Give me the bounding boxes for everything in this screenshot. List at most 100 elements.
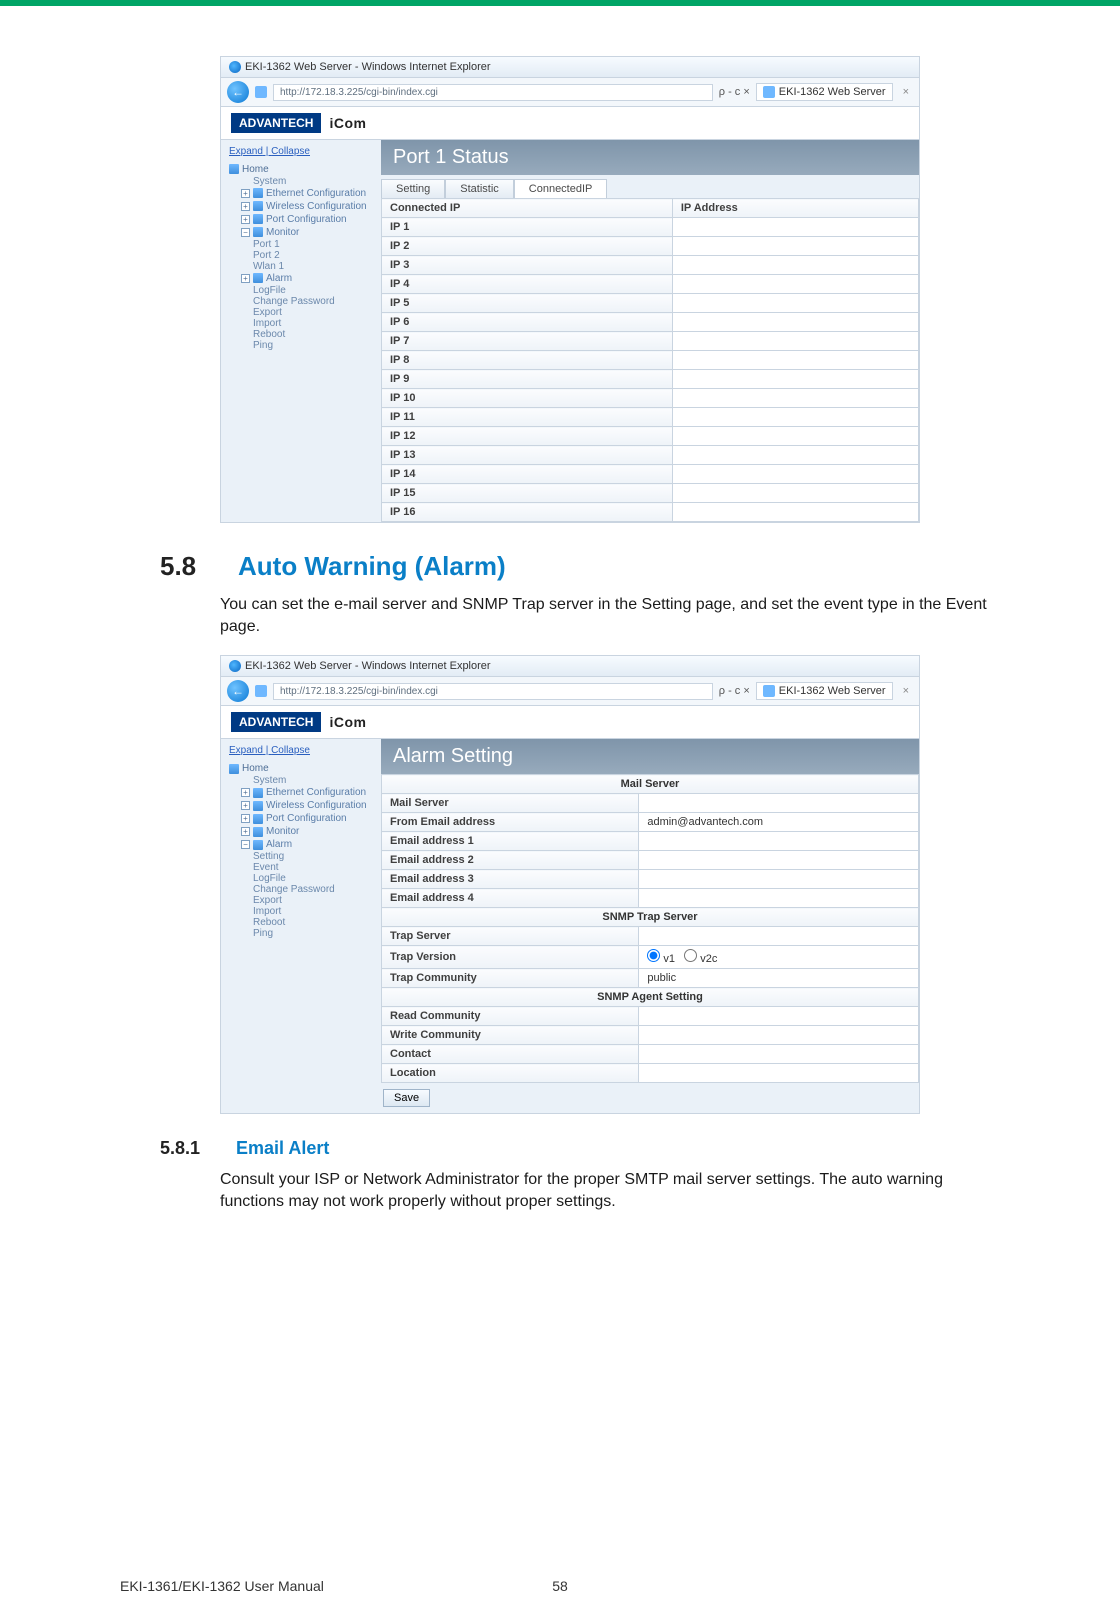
email1-input[interactable] [639,832,919,851]
tree-alarm[interactable]: −Alarm [229,838,373,851]
tree-monitor[interactable]: +Monitor [229,825,373,838]
expand-icon[interactable]: + [241,202,250,211]
email2-input[interactable] [639,851,919,870]
tree-alarm-setting[interactable]: Setting [229,851,373,862]
section-mail: Mail Server [382,775,919,794]
tree-home[interactable]: Home [229,762,373,775]
expand-icon[interactable]: − [241,228,250,237]
table-row: IP 13 [382,446,673,465]
alarm-setting-table: Mail Server Mail Server From Email addre… [381,774,919,1083]
tree-wireless[interactable]: +Wireless Configuration [229,200,373,213]
read-community-input[interactable] [639,1007,919,1026]
expand-icon[interactable]: − [241,840,250,849]
tab-setting[interactable]: Setting [381,179,445,198]
home-icon [229,764,239,774]
trap-server-input[interactable] [639,927,919,946]
tree-logfile[interactable]: LogFile [229,873,373,884]
table-row: IP 1 [382,218,673,237]
tree-port-config[interactable]: +Port Configuration [229,812,373,825]
close-tab-icon[interactable]: × [899,86,913,98]
connectedip-table: Connected IPIP Address IP 1 IP 2 IP 3 IP… [381,198,919,522]
trap-version-radios: v1 v2c [639,946,919,969]
email4-input[interactable] [639,889,919,908]
radio-v1[interactable]: v1 [647,953,675,965]
tree-import[interactable]: Import [229,906,373,917]
tree-port1[interactable]: Port 1 [229,239,373,250]
email3-input[interactable] [639,870,919,889]
tree-alarm-event[interactable]: Event [229,862,373,873]
radio-v2c[interactable]: v2c [684,953,717,965]
tree-export[interactable]: Export [229,895,373,906]
row-write-community: Write Community [382,1026,639,1045]
location-input[interactable] [639,1064,919,1083]
expand-collapse[interactable]: Expand | Collapse [229,146,373,157]
subsection-heading: 5.8.1 Email Alert [160,1138,1000,1159]
tree-ethernet[interactable]: +Ethernet Configuration [229,786,373,799]
tab-statistic[interactable]: Statistic [445,179,514,198]
expand-icon[interactable]: + [241,215,250,224]
section-number: 5.8 [160,551,218,582]
main-panel: Alarm Setting Mail Server Mail Server Fr… [381,739,919,1113]
section-heading: 5.8 Auto Warning (Alarm) [160,551,1000,582]
tree-port-config[interactable]: +Port Configuration [229,213,373,226]
trap-community-input[interactable]: public [639,969,919,988]
row-contact: Contact [382,1045,639,1064]
expand-icon[interactable]: + [241,801,250,810]
browser-tab[interactable]: EKI-1362 Web Server [756,682,893,700]
tree-wireless[interactable]: +Wireless Configuration [229,799,373,812]
expand-icon[interactable]: + [241,189,250,198]
address-bar: ← http://172.18.3.225/cgi-bin/index.cgi … [221,78,919,107]
tree-wlan1[interactable]: Wlan 1 [229,261,373,272]
table-row: IP 5 [382,294,673,313]
tree-ethernet[interactable]: +Ethernet Configuration [229,187,373,200]
tree-reboot[interactable]: Reboot [229,329,373,340]
row-email1: Email address 1 [382,832,639,851]
tree-export[interactable]: Export [229,307,373,318]
tree-monitor[interactable]: −Monitor [229,226,373,239]
tab-label: EKI-1362 Web Server [779,86,886,98]
tree-system[interactable]: System [229,775,373,786]
search-controls[interactable]: ρ - c × [719,86,750,98]
url-field[interactable]: http://172.18.3.225/cgi-bin/index.cgi [273,683,713,700]
table-row: IP 7 [382,332,673,351]
tree-reboot[interactable]: Reboot [229,917,373,928]
tree-ping[interactable]: Ping [229,928,373,939]
brand-header: ADVANTECH iCom [221,706,919,739]
mail-server-input[interactable] [639,794,919,813]
search-controls[interactable]: ρ - c × [719,685,750,697]
contact-input[interactable] [639,1045,919,1064]
footer-left: EKI-1361/EKI-1362 User Manual [120,1578,324,1594]
tree-change-password[interactable]: Change Password [229,884,373,895]
write-community-input[interactable] [639,1026,919,1045]
expand-icon[interactable]: + [241,814,250,823]
tree-import[interactable]: Import [229,318,373,329]
folder-icon [253,788,263,798]
browser-tab[interactable]: EKI-1362 Web Server [756,83,893,101]
tree-port2[interactable]: Port 2 [229,250,373,261]
back-button[interactable]: ← [227,680,249,702]
close-tab-icon[interactable]: × [899,685,913,697]
expand-icon[interactable]: + [241,827,250,836]
tree-ping[interactable]: Ping [229,340,373,351]
back-button[interactable]: ← [227,81,249,103]
expand-icon[interactable]: + [241,788,250,797]
table-row: IP 14 [382,465,673,484]
row-trap-version: Trap Version [382,946,639,969]
row-trap-community: Trap Community [382,969,639,988]
expand-collapse[interactable]: Expand | Collapse [229,745,373,756]
tree-change-password[interactable]: Change Password [229,296,373,307]
tree-logfile[interactable]: LogFile [229,285,373,296]
favicon-icon [255,86,267,98]
expand-icon[interactable]: + [241,274,250,283]
url-field[interactable]: http://172.18.3.225/cgi-bin/index.cgi [273,84,713,101]
tree-system[interactable]: System [229,176,373,187]
tab-favicon-icon [763,685,775,697]
save-button[interactable]: Save [383,1089,430,1107]
tab-connectedip[interactable]: ConnectedIP [514,179,608,198]
table-row: IP 9 [382,370,673,389]
section-body: You can set the e-mail server and SNMP T… [220,594,1000,637]
sidebar: Expand | Collapse Home System +Ethernet … [221,140,381,522]
tree-alarm[interactable]: +Alarm [229,272,373,285]
tree-home[interactable]: Home [229,163,373,176]
from-email-input[interactable]: admin@advantech.com [639,813,919,832]
